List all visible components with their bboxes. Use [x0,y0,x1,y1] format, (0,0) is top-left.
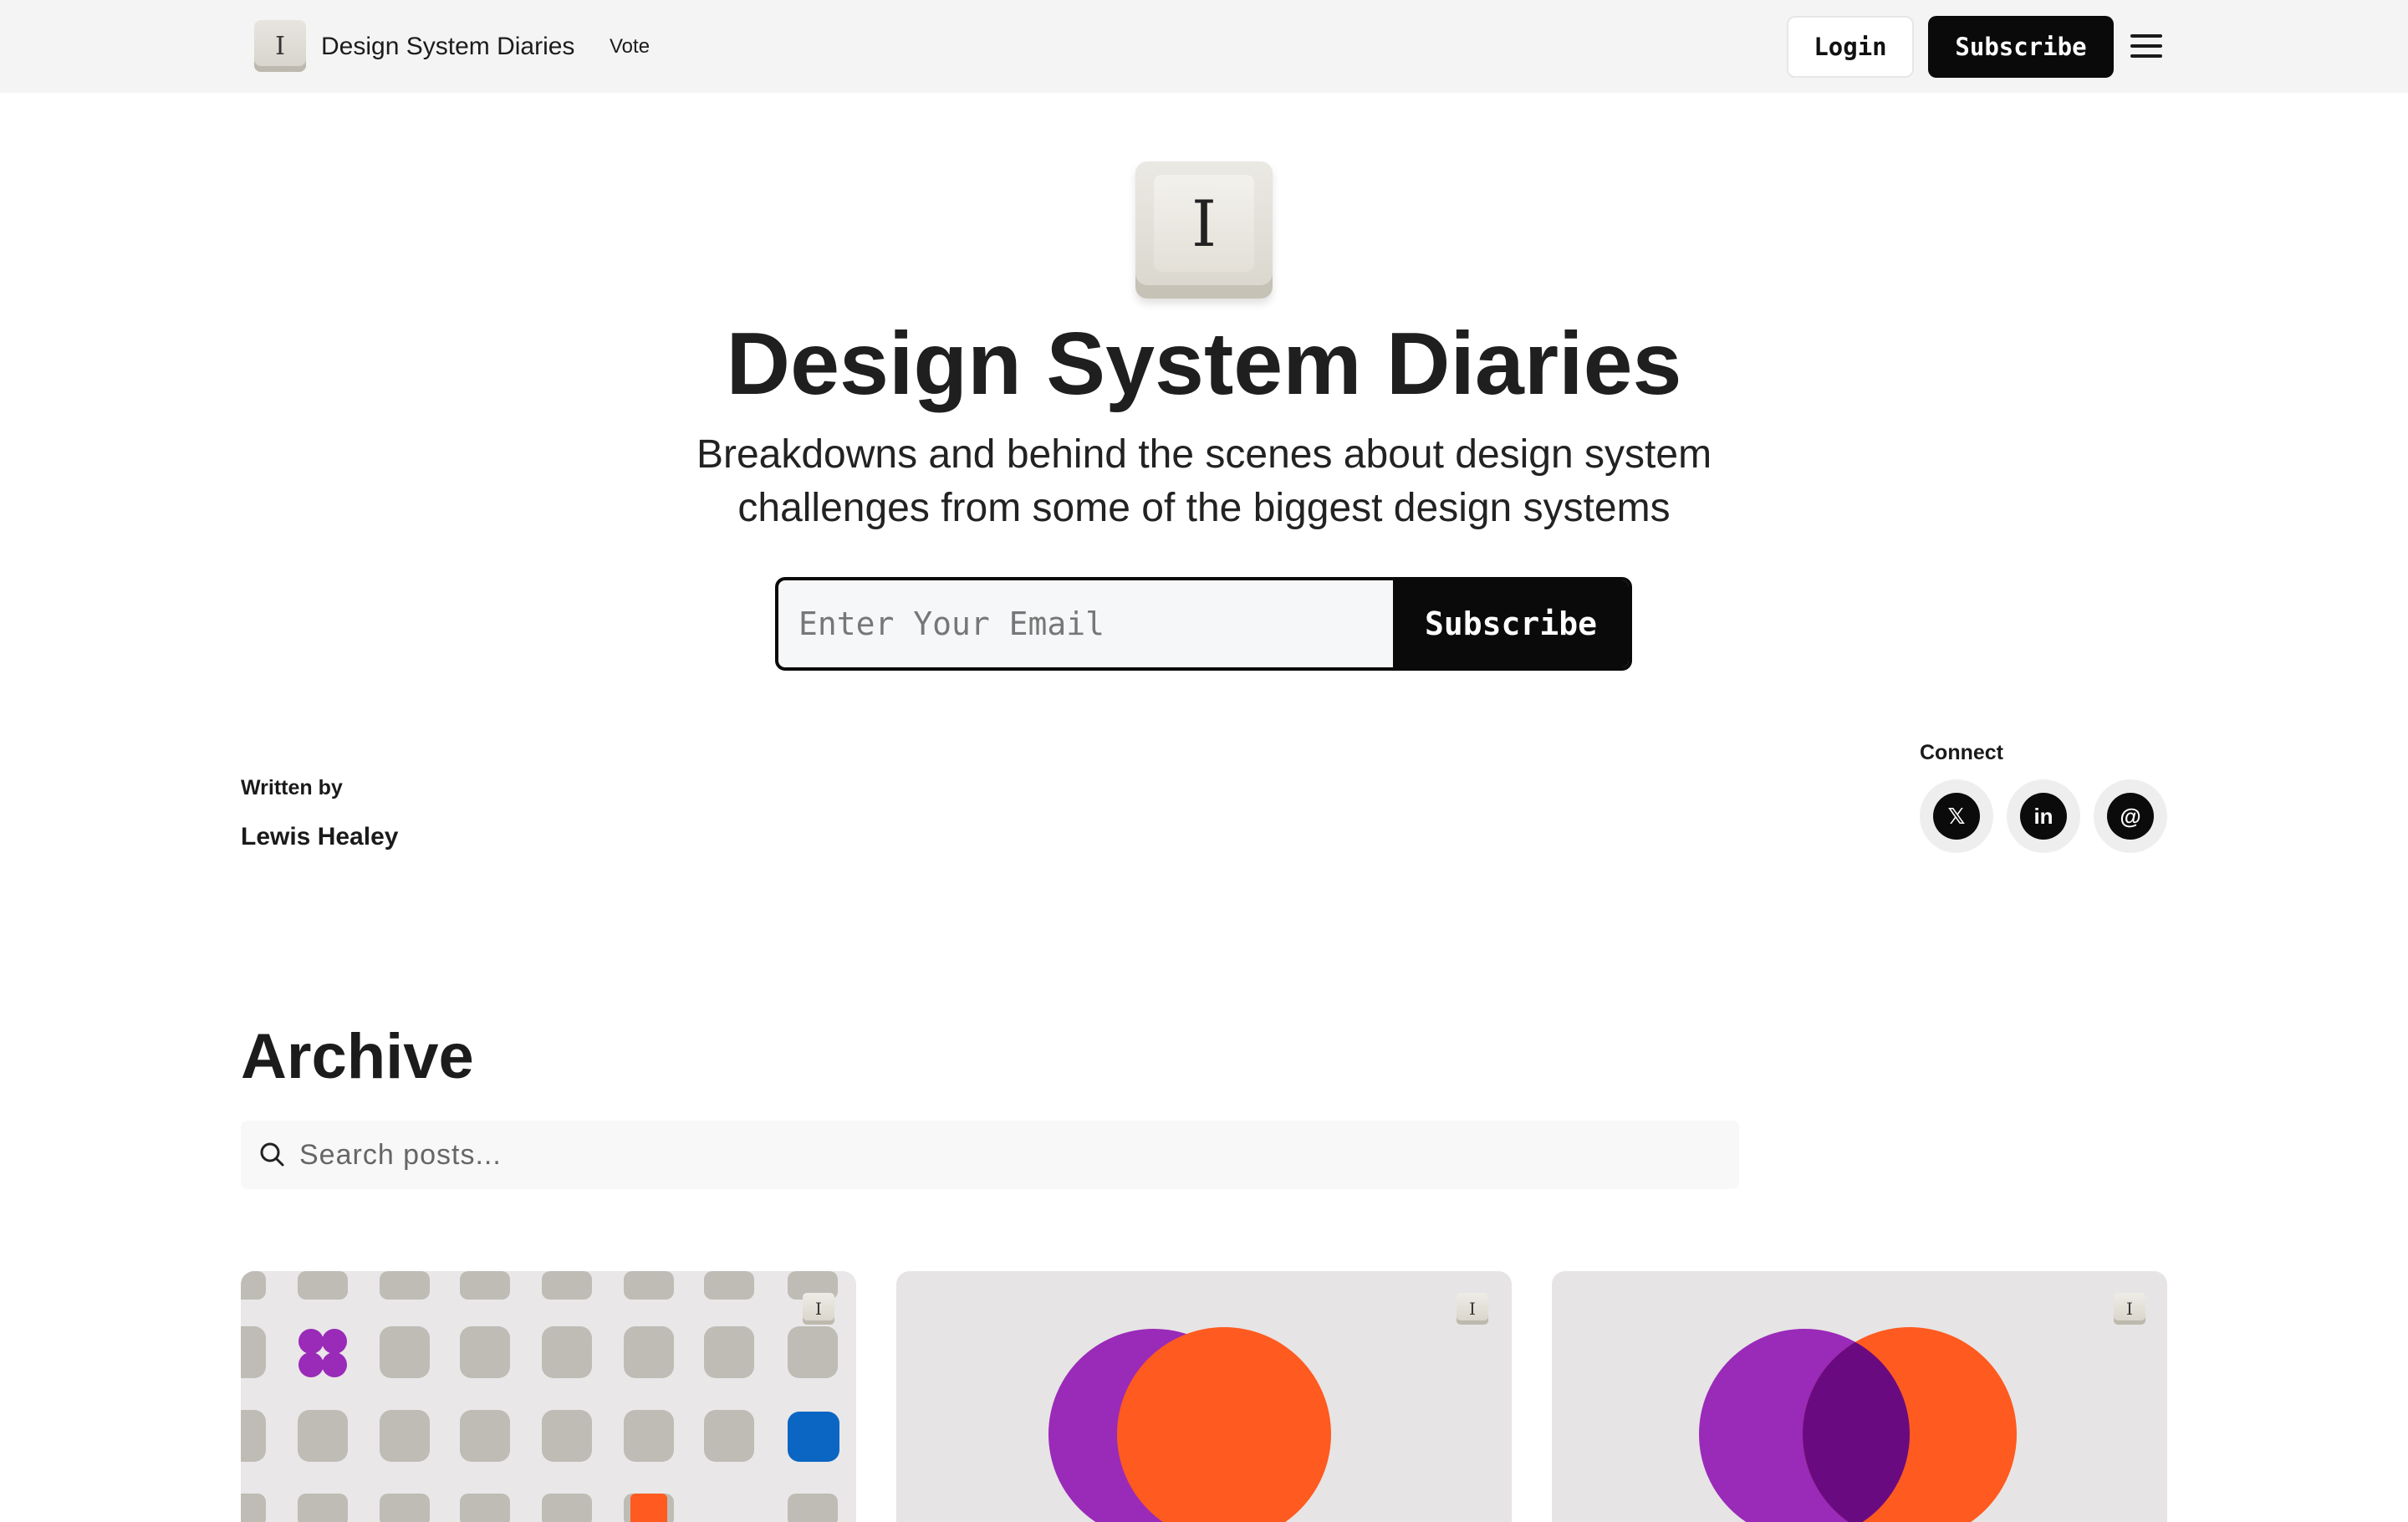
archive-heading: Archive [241,1021,474,1092]
post-card[interactable]: I [241,1271,856,1522]
post-card[interactable]: I [896,1271,1512,1522]
x-social-button[interactable]: 𝕏 [1920,779,1993,853]
search-posts-input[interactable] [289,1137,1739,1172]
subscribe-button[interactable]: Subscribe [1393,580,1629,667]
post-card[interactable]: I [1552,1271,2167,1522]
author-name-link[interactable]: Lewis Healey [241,823,398,851]
linkedin-icon: in [2020,793,2067,840]
hamburger-icon[interactable] [2130,34,2162,58]
subscribe-form: Subscribe [775,577,1632,671]
threads-social-button[interactable]: @ [2094,779,2167,853]
vote-link[interactable]: Vote [610,35,650,59]
site-logo-icon[interactable]: I [254,20,306,72]
search-icon [260,1142,284,1167]
email-input[interactable] [778,580,1393,667]
card-logo-icon: I [1457,1293,1488,1325]
card-logo-icon: I [803,1293,834,1325]
x-icon: 𝕏 [1933,793,1980,840]
publication-logo-icon: I [1135,161,1273,299]
card-logo-icon: I [2114,1293,2145,1325]
search-bar [241,1121,1739,1189]
publication-description: Breakdowns and behind the scenes about d… [696,432,1712,530]
connect-label: Connect [1920,741,2003,764]
linkedin-social-button[interactable]: in [2007,779,2080,853]
post-thumbnail-pattern [241,1271,839,1522]
post-thumbnail-venn [1699,1327,2017,1522]
publication-title: Design System Diaries [726,314,1682,413]
post-thumbnail-circles [1048,1327,1331,1522]
site-title-link[interactable]: Design System Diaries [321,33,574,61]
login-button[interactable]: Login [1787,16,1914,78]
written-by-label: Written by [241,776,343,799]
cursor-key-glyph: I [1154,175,1254,272]
top-navigation-bar: I Design System Diaries Vote Login Subsc… [0,0,2408,93]
subscribe-button-header[interactable]: Subscribe [1928,16,2114,78]
threads-icon: @ [2107,793,2154,840]
